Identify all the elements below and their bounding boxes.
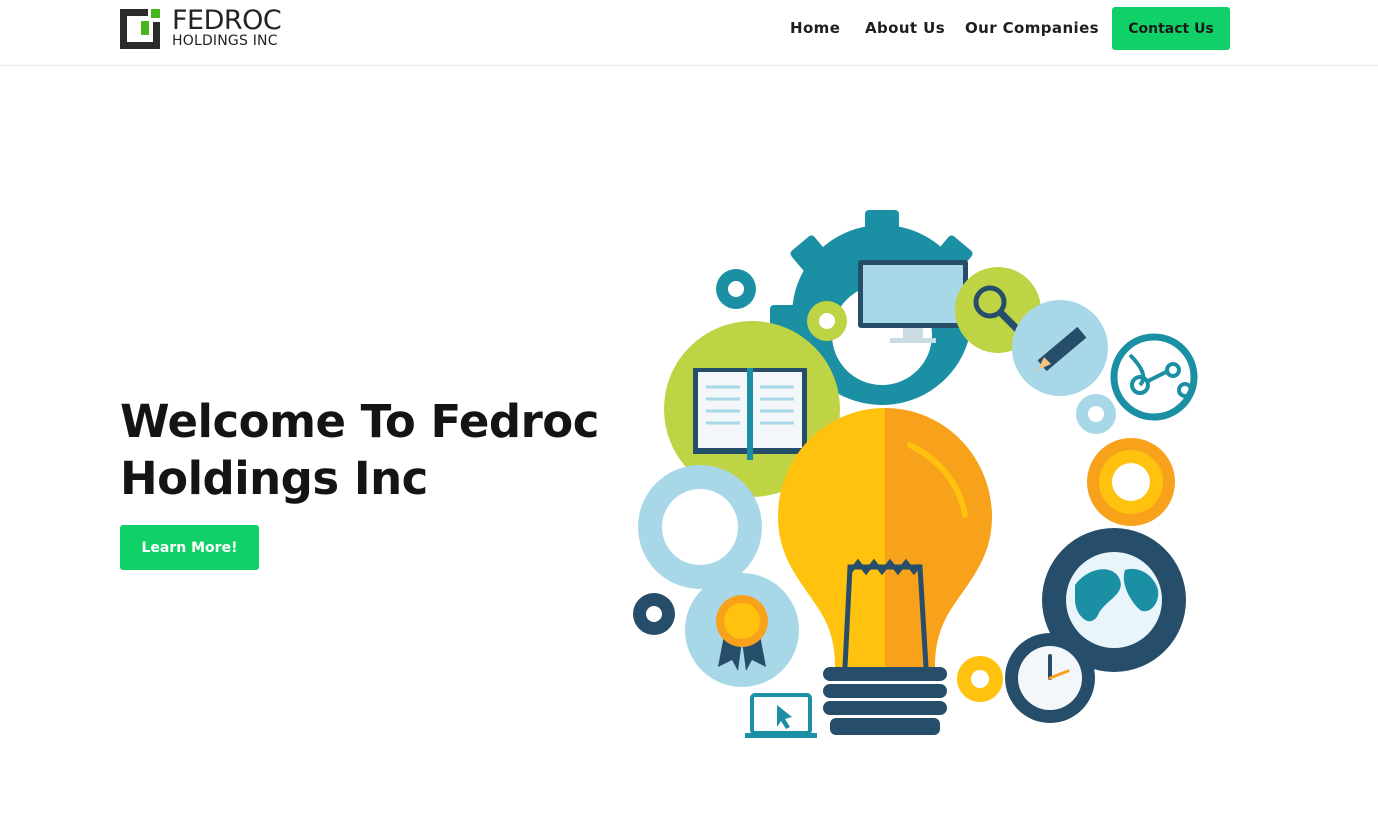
light-blue-gear-icon [638,465,762,589]
main-nav: Home About Us Our Companies Contact Us [0,0,1378,65]
clock-icon [1005,633,1095,723]
network-globe-icon [1110,333,1198,421]
contact-us-button[interactable]: Contact Us [1112,7,1230,50]
nav-companies-link[interactable]: Our Companies [965,19,1099,37]
small-teal-gear-icon [716,269,756,309]
nav-home-link[interactable]: Home [790,19,840,37]
laptop-cursor-icon [745,693,817,738]
nav-about-link[interactable]: About Us [865,19,945,37]
award-badge-icon [685,573,799,687]
hero-title: Welcome To Fedroc Holdings Inc [120,393,620,507]
learn-more-button[interactable]: Learn More! [120,525,259,570]
lightbulb-gears-illustration [633,210,1198,738]
small-orange-gear-icon [957,656,1003,702]
hero-title-line2: Holdings Inc [120,452,428,505]
small-light-blue-gear-icon [1076,394,1116,434]
orange-gear-icon [1087,438,1175,526]
pencil-icon [1012,300,1108,396]
hero-title-line1: Welcome To Fedroc [120,395,599,448]
small-lime-gear-icon [807,301,847,341]
navy-small-gear-icon [633,593,675,635]
site-header: FEDROC HOLDINGS INC Home About Us Our Co… [0,0,1378,66]
